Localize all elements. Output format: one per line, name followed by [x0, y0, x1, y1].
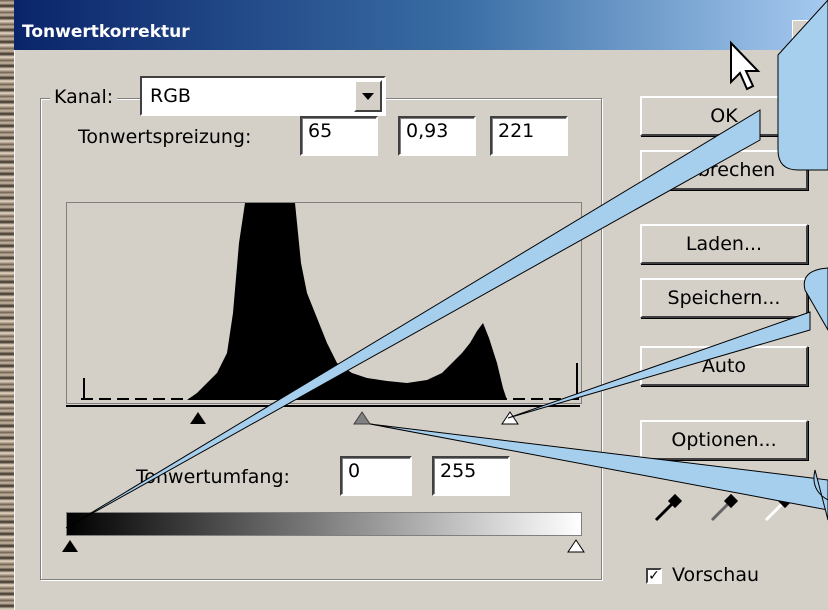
white-point-slider[interactable]: [500, 410, 520, 426]
preview-checkbox[interactable]: ✓: [646, 568, 662, 584]
input-levels-label: Tonwertspreizung:: [78, 126, 252, 148]
close-button[interactable]: x: [792, 20, 824, 48]
cancel-button[interactable]: Abbrechen: [640, 150, 808, 190]
ok-button[interactable]: OK: [640, 96, 808, 136]
channel-value: RGB: [150, 85, 191, 107]
input-slider-track[interactable]: [66, 405, 580, 407]
output-white-slider[interactable]: [566, 538, 586, 554]
histogram: [66, 202, 582, 404]
output-black-field[interactable]: 0: [340, 456, 412, 496]
input-black-field[interactable]: 65: [300, 116, 378, 156]
output-gradient-bar: [66, 512, 582, 536]
preview-label: Vorschau: [672, 564, 760, 586]
gamma-slider[interactable]: [352, 410, 372, 426]
eyedropper-white-icon[interactable]: [760, 490, 796, 526]
load-button[interactable]: Laden...: [640, 224, 808, 264]
histogram-plot: [81, 203, 579, 400]
cursor-arrow-icon: [730, 40, 761, 91]
output-black-slider[interactable]: [60, 538, 80, 554]
channel-label: Kanal:: [50, 86, 118, 108]
input-white-field[interactable]: 221: [490, 116, 568, 156]
background-image-strip: [0, 0, 14, 610]
save-button[interactable]: Speichern...: [640, 278, 808, 318]
options-button[interactable]: Optionen...: [640, 420, 808, 460]
auto-button[interactable]: Auto: [640, 346, 808, 386]
output-levels-label: Tonwertumfang:: [136, 466, 290, 488]
eyedropper-gray-icon[interactable]: [706, 490, 742, 526]
eyedropper-black-icon[interactable]: [650, 490, 686, 526]
window-title: Tonwertkorrektur: [22, 22, 190, 42]
channel-dropdown-button[interactable]: [354, 80, 382, 112]
chevron-down-icon: [362, 93, 374, 100]
input-gamma-field[interactable]: 0,93: [398, 116, 476, 156]
black-point-slider[interactable]: [188, 410, 208, 426]
channel-select[interactable]: RGB: [140, 76, 386, 116]
output-white-field[interactable]: 255: [432, 456, 510, 496]
